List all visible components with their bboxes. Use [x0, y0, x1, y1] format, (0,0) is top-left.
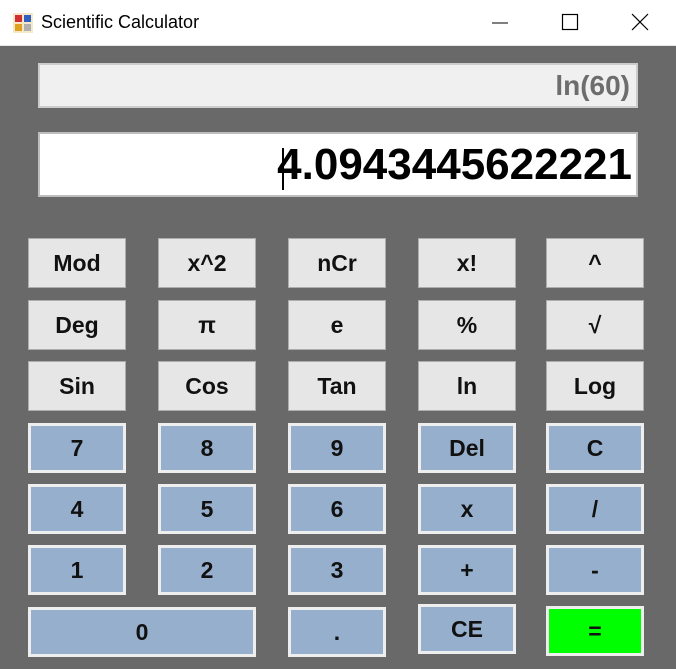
power-button[interactable]: ^ [546, 238, 644, 288]
app-icon [13, 13, 33, 33]
clear-entry-button[interactable]: CE [418, 604, 516, 654]
six-button[interactable]: 6 [288, 484, 386, 534]
nine-button[interactable]: 9 [288, 423, 386, 473]
seven-button[interactable]: 7 [28, 423, 126, 473]
equals-button[interactable]: = [546, 606, 644, 656]
two-button[interactable]: 2 [158, 545, 256, 595]
window-title: Scientific Calculator [41, 12, 200, 32]
minus-button[interactable]: - [546, 545, 644, 595]
divide-button[interactable]: / [546, 484, 644, 534]
text-caret [282, 148, 284, 190]
deg-button[interactable]: Deg [28, 300, 126, 350]
clear-button[interactable]: C [546, 423, 644, 473]
three-button[interactable]: 3 [288, 545, 386, 595]
four-button[interactable]: 4 [28, 484, 126, 534]
cos-button[interactable]: Cos [158, 361, 256, 411]
square-button[interactable]: x^2 [158, 238, 256, 288]
close-button[interactable] [606, 0, 676, 45]
log-button[interactable]: Log [546, 361, 644, 411]
tan-button[interactable]: Tan [288, 361, 386, 411]
decimal-button[interactable]: . [288, 607, 386, 657]
maximize-button[interactable] [536, 0, 606, 45]
eight-button[interactable]: 8 [158, 423, 256, 473]
percent-button[interactable]: % [418, 300, 516, 350]
title-bar: Scientific Calculator [0, 0, 676, 46]
ln-button[interactable]: ln [418, 361, 516, 411]
minimize-button[interactable] [466, 0, 536, 45]
result-display[interactable]: 4.0943445622221 [38, 132, 638, 197]
factorial-button[interactable]: x! [418, 238, 516, 288]
result-value: 4.0943445622221 [277, 140, 632, 189]
five-button[interactable]: 5 [158, 484, 256, 534]
maximize-icon [561, 13, 579, 31]
minimize-icon [492, 22, 508, 24]
one-button[interactable]: 1 [28, 545, 126, 595]
pi-button[interactable]: π [158, 300, 256, 350]
sin-button[interactable]: Sin [28, 361, 126, 411]
mod-button[interactable]: Mod [28, 238, 126, 288]
e-button[interactable]: e [288, 300, 386, 350]
plus-button[interactable]: + [418, 545, 516, 595]
sqrt-button[interactable]: √ [546, 300, 644, 350]
delete-button[interactable]: Del [418, 423, 516, 473]
close-icon [631, 13, 649, 31]
ncr-button[interactable]: nCr [288, 238, 386, 288]
expression-display: ln(60) [38, 63, 638, 108]
multiply-button[interactable]: x [418, 484, 516, 534]
zero-button[interactable]: 0 [28, 607, 256, 657]
